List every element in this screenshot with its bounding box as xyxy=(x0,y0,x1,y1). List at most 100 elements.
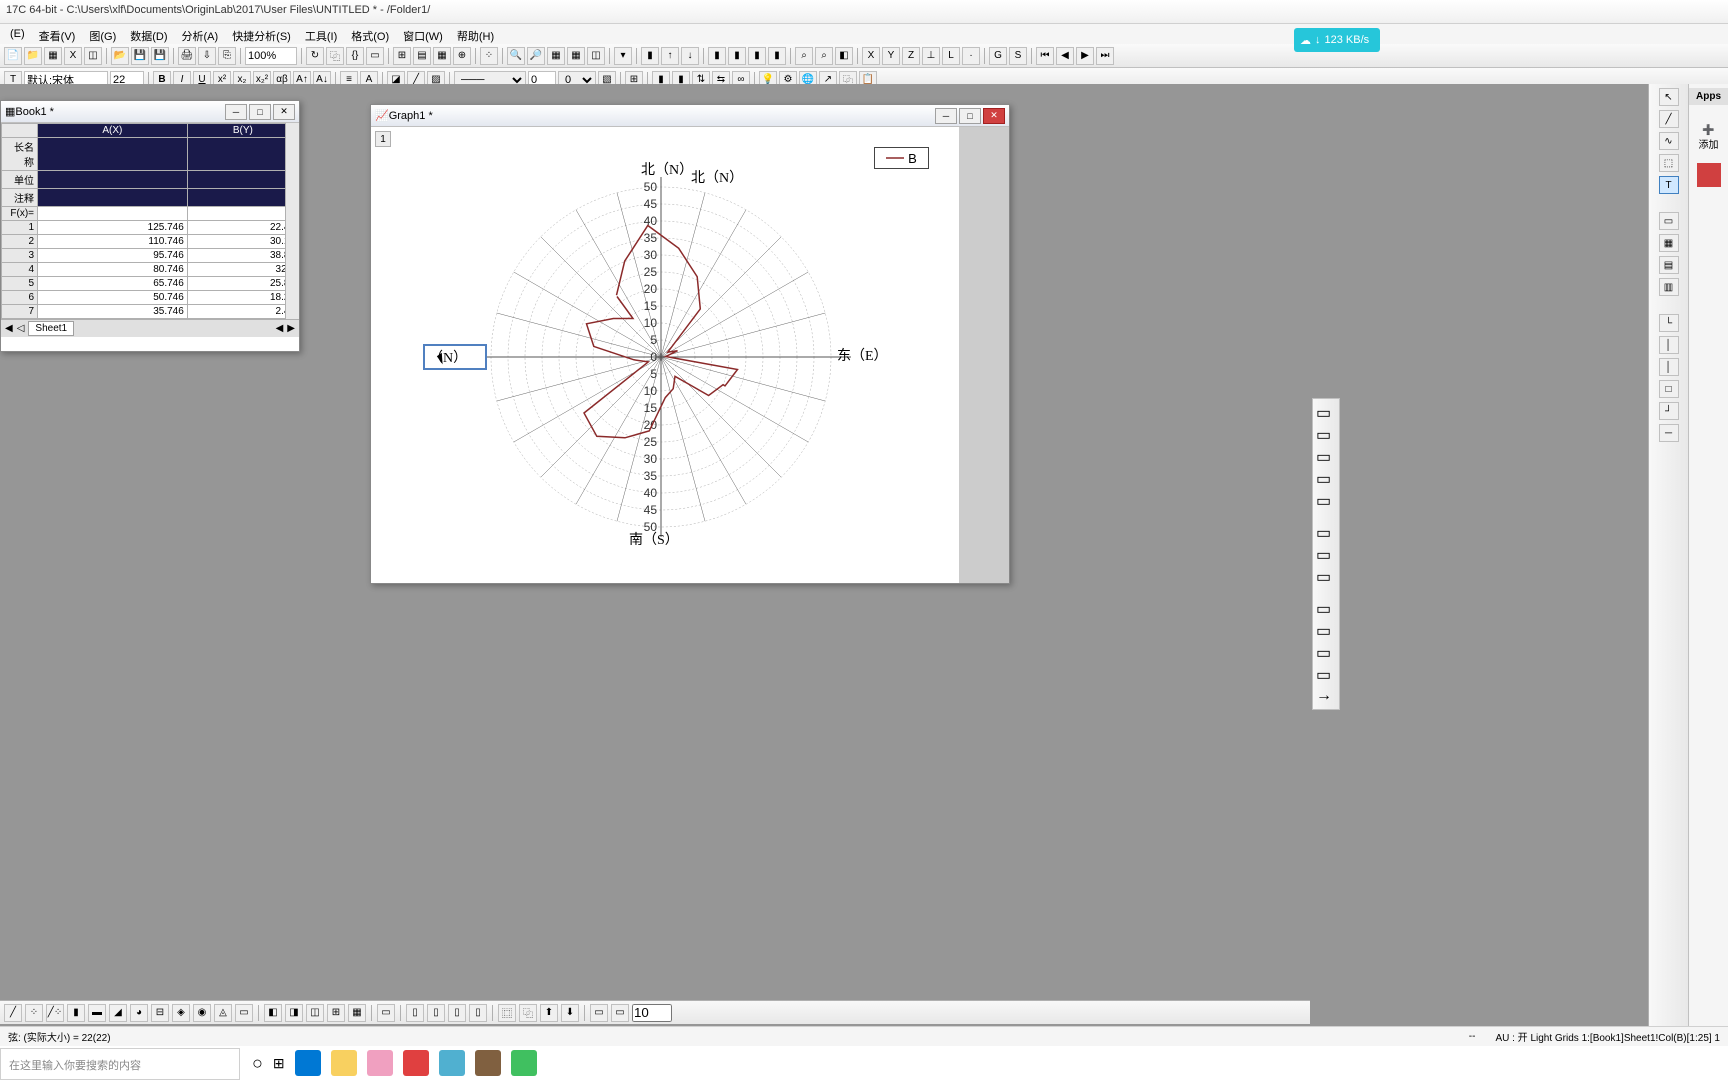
rescale-icon[interactable]: ⊞ xyxy=(393,47,411,65)
layout2-icon[interactable]: ▦ xyxy=(433,47,451,65)
print-icon[interactable]: 🖨 xyxy=(178,47,196,65)
menu-tools[interactable]: 工具(I) xyxy=(299,26,343,42)
axis3-icon[interactable]: │ xyxy=(1659,358,1679,376)
table-icon[interactable]: ▦ xyxy=(567,47,585,65)
axis4-icon[interactable]: □ xyxy=(1659,380,1679,398)
box-plot-icon[interactable]: ⊟ xyxy=(151,1004,169,1022)
units-header[interactable]: 单位 xyxy=(2,171,38,189)
zoom-combo[interactable] xyxy=(245,47,297,65)
z-icon[interactable]: Z xyxy=(902,47,920,65)
column-plot-icon[interactable]: ▮ xyxy=(67,1004,85,1022)
bar3-icon[interactable]: ▮ xyxy=(748,47,766,65)
h-scroll-left-icon[interactable]: ◀ xyxy=(276,323,284,334)
workbook-titlebar[interactable]: ▦ Book1 * ─ □ ✕ xyxy=(1,101,299,123)
scatter-plot-icon[interactable]: ⁘ xyxy=(25,1004,43,1022)
panel2-icon[interactable]: ▦ xyxy=(1659,234,1679,252)
obj6-icon[interactable]: ▭ xyxy=(1316,523,1336,541)
app3-icon[interactable] xyxy=(475,1050,501,1076)
last-icon[interactable]: ⏭ xyxy=(1096,47,1114,65)
bar2-icon[interactable]: ▮ xyxy=(728,47,746,65)
g-icon[interactable]: G xyxy=(989,47,1007,65)
obj2-icon[interactable]: ▭ xyxy=(1316,425,1336,443)
none-icon[interactable]: · xyxy=(962,47,980,65)
pointer-tool-icon[interactable]: ↖ xyxy=(1659,88,1679,106)
first-icon[interactable]: ⏮ xyxy=(1036,47,1054,65)
new-excel-icon[interactable]: X xyxy=(64,47,82,65)
west-label-editing[interactable]: （N） xyxy=(423,344,487,370)
axis1-icon[interactable]: └ xyxy=(1659,314,1679,332)
table-row[interactable]: 735.7462.46 xyxy=(2,305,299,319)
import-icon[interactable]: ⇩ xyxy=(198,47,216,65)
wechat-icon[interactable] xyxy=(511,1050,537,1076)
menu-analysis[interactable]: 分析(A) xyxy=(176,26,225,42)
code-icon[interactable]: {} xyxy=(346,47,364,65)
area-plot-icon[interactable]: ◢ xyxy=(109,1004,127,1022)
duplicate-icon[interactable]: ⿻ xyxy=(326,47,344,65)
app1-icon[interactable] xyxy=(367,1050,393,1076)
menu-graph[interactable]: 图(G) xyxy=(83,26,122,42)
filter2-icon[interactable]: ⌕ xyxy=(815,47,833,65)
graph-minimize-button[interactable]: ─ xyxy=(935,108,957,124)
err-icon[interactable]: ⊥ xyxy=(922,47,940,65)
obj1-icon[interactable]: ▭ xyxy=(1316,403,1336,421)
north-label[interactable]: 北（N） xyxy=(641,159,693,179)
obj5-icon[interactable]: ▭ xyxy=(1316,491,1336,509)
filter-icon[interactable]: ⌕ xyxy=(795,47,813,65)
taskview-icon[interactable]: ⊞ xyxy=(273,1055,285,1072)
save-all-icon[interactable]: 💾 xyxy=(151,47,169,65)
apps-panel[interactable]: Apps ➕ 添加 xyxy=(1688,84,1728,1038)
slide-icon[interactable]: ▭ xyxy=(366,47,384,65)
obj12-icon[interactable]: ▭ xyxy=(1316,665,1336,683)
front-icon[interactable]: ⬆ xyxy=(540,1004,558,1022)
curve-tool-icon[interactable]: ∿ xyxy=(1659,132,1679,150)
axis2-icon[interactable]: │ xyxy=(1659,336,1679,354)
maximize-button[interactable]: □ xyxy=(249,104,271,120)
tab-nav-prev-icon[interactable]: ◁ xyxy=(17,323,25,334)
add-layer-icon[interactable]: ⊕ xyxy=(453,47,471,65)
back-icon[interactable]: ◀ xyxy=(1056,47,1074,65)
edge-icon[interactable] xyxy=(295,1050,321,1076)
panel1-icon[interactable]: ▭ xyxy=(1659,212,1679,230)
origin-icon[interactable] xyxy=(439,1050,465,1076)
lk2-icon[interactable]: ▭ xyxy=(611,1004,629,1022)
obj10-icon[interactable]: ▭ xyxy=(1316,621,1336,639)
menu-view[interactable]: 查看(V) xyxy=(33,26,82,42)
menu-help[interactable]: 帮助(H) xyxy=(451,26,500,42)
col-a-header[interactable]: A(X) xyxy=(38,124,188,138)
table-row[interactable]: 1125.74622.41 xyxy=(2,221,299,235)
panel-icon[interactable]: ◫ xyxy=(587,47,605,65)
arr4-icon[interactable]: ▯ xyxy=(469,1004,487,1022)
3d-plot-icon[interactable]: ◈ xyxy=(172,1004,190,1022)
longname-header[interactable]: 长名称 xyxy=(2,138,38,171)
lk1-icon[interactable]: ▭ xyxy=(590,1004,608,1022)
sheet-tab[interactable]: Sheet1 xyxy=(28,321,74,336)
menu-window[interactable]: 窗口(W) xyxy=(397,26,449,42)
axis5-icon[interactable]: ┘ xyxy=(1659,402,1679,420)
tab-nav-first-icon[interactable]: ◀ xyxy=(5,323,13,334)
table-row[interactable]: 650.74618.26 xyxy=(2,291,299,305)
comments-header[interactable]: 注释 xyxy=(2,189,38,207)
mdi-area[interactable]: ▦ Book1 * ─ □ ✕ A(X)B(Y) 长名称 单位 注释 F(x)=… xyxy=(0,84,1648,1038)
arr2-icon[interactable]: ▯ xyxy=(427,1004,445,1022)
new-project-icon[interactable]: 📄 xyxy=(4,47,22,65)
menu-format[interactable]: 格式(O) xyxy=(345,26,395,42)
table-row[interactable]: 820.7465.2 xyxy=(2,319,299,320)
bar-plot-icon[interactable]: ▬ xyxy=(88,1004,106,1022)
north-label-2[interactable]: 北（N） xyxy=(691,167,743,187)
fx-header[interactable]: F(x)= xyxy=(2,207,38,221)
sort-desc-icon[interactable]: ↓ xyxy=(681,47,699,65)
size-input[interactable] xyxy=(632,1004,672,1022)
x-icon[interactable]: X xyxy=(862,47,880,65)
obj7-icon[interactable]: ▭ xyxy=(1316,545,1336,563)
open-icon[interactable]: 📂 xyxy=(111,47,129,65)
zoom-out-icon[interactable]: 🔎 xyxy=(527,47,545,65)
m1-icon[interactable]: ◧ xyxy=(264,1004,282,1022)
col-icon[interactable]: ▮ xyxy=(641,47,659,65)
label-icon[interactable]: L xyxy=(942,47,960,65)
minimize-button[interactable]: ─ xyxy=(225,104,247,120)
graph-close-button[interactable]: ✕ xyxy=(983,108,1005,124)
app-item-icon[interactable] xyxy=(1697,163,1721,187)
bar4-icon[interactable]: ▮ xyxy=(768,47,786,65)
panel3-icon[interactable]: ▤ xyxy=(1659,256,1679,274)
south-label[interactable]: 南（S） xyxy=(629,529,679,549)
